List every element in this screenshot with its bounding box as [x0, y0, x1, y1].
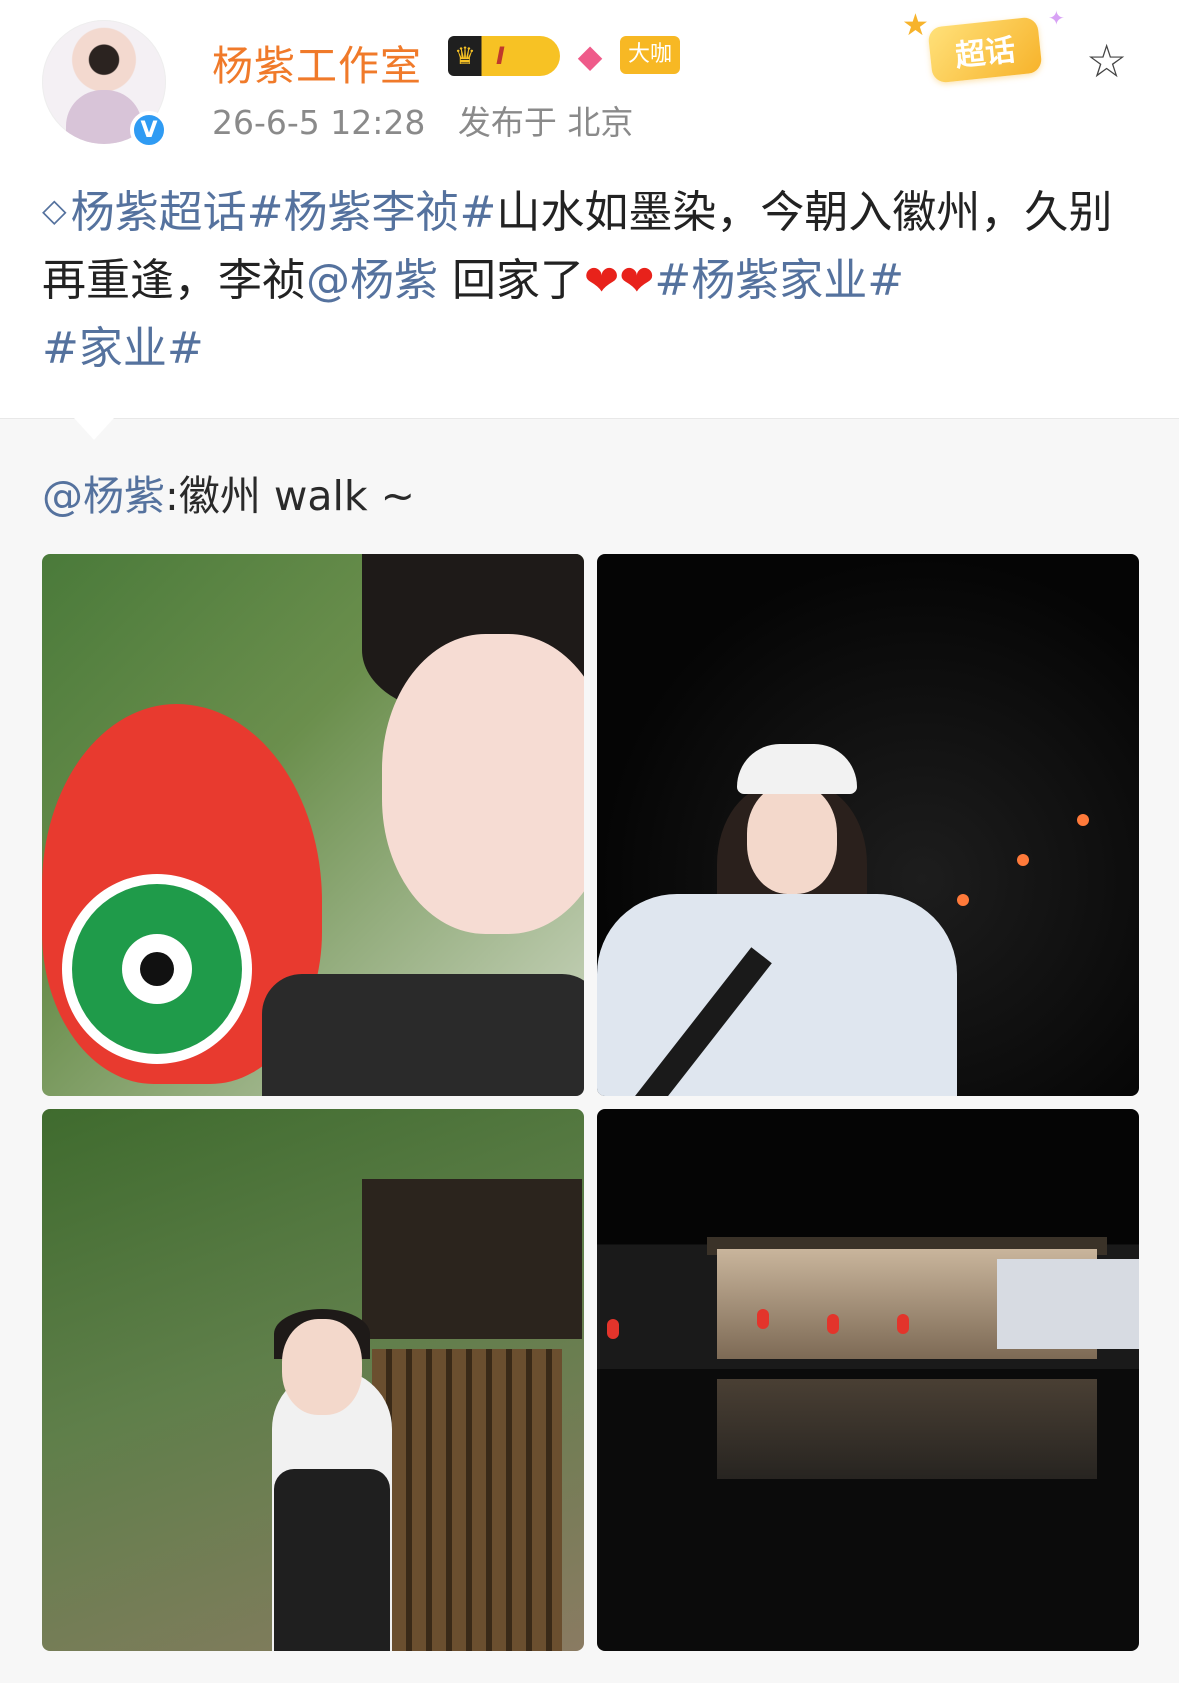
lantern	[827, 1314, 839, 1334]
topic-link-chaohua[interactable]: 杨紫超话	[71, 187, 247, 238]
post-timestamp: 26-6-5 12:28	[212, 103, 426, 142]
star-decoration-icon: ★	[902, 8, 929, 43]
chaohua-badge[interactable]: 超话	[927, 16, 1043, 84]
topic-link-yangzi-lizhen[interactable]: #杨紫李祯#	[247, 187, 497, 238]
topic-link-jiaye[interactable]: #家业#	[42, 323, 204, 374]
favorite-star-icon[interactable]: ☆	[1086, 38, 1127, 84]
lantern	[757, 1309, 769, 1329]
repost-mention-link[interactable]: @杨紫	[42, 472, 165, 520]
heart-emoji: ❤❤	[584, 256, 655, 305]
daka-badge[interactable]: 大咖	[620, 36, 681, 74]
white-building-shape	[997, 1259, 1139, 1349]
kite-pupil	[140, 952, 174, 986]
crown-icon: ♛	[454, 42, 476, 70]
username[interactable]: 杨紫工作室	[212, 32, 422, 92]
shirt-shape	[597, 894, 957, 1096]
face-shape	[282, 1319, 362, 1415]
dress-shape	[262, 974, 584, 1096]
post-body-text-2: 回家了	[438, 255, 584, 306]
post-header: V 杨紫工作室 ♛ I ◆ 大咖 ★ 超话 ✦ ☆ 26-6-5 12:28 发…	[0, 0, 1179, 419]
lantern	[607, 1319, 619, 1339]
water-reflection	[717, 1379, 1097, 1479]
bamboo-fence	[372, 1349, 562, 1651]
photo-4[interactable]	[597, 1109, 1139, 1651]
vest-shape	[274, 1469, 390, 1651]
night-light	[1077, 814, 1089, 826]
photo-2[interactable]	[597, 554, 1139, 1096]
night-light	[1017, 854, 1029, 866]
diamond-topic-icon: ◇	[42, 191, 67, 229]
night-light	[957, 894, 969, 906]
cap-shape	[737, 744, 857, 794]
mention-link[interactable]: @杨紫	[306, 255, 438, 306]
member-level-badge[interactable]: ♛ I	[448, 36, 560, 76]
post-text: ◇杨紫超话#杨紫李祯#山水如墨染，今朝入徽州，久别再重逢，李祯@杨紫 回家了❤❤…	[42, 176, 1132, 383]
post-location: 发布于 北京	[457, 103, 634, 142]
roof-shape	[362, 1179, 582, 1339]
sparkle-icon: ✦	[1048, 6, 1065, 30]
gem-icon[interactable]: ◆	[570, 36, 610, 76]
photo-1[interactable]	[42, 554, 584, 1096]
repost-text[interactable]: @杨紫:徽州 walk ~	[42, 462, 415, 522]
post-meta: 26-6-5 12:28 发布于 北京	[212, 96, 655, 144]
repost-pointer	[74, 418, 114, 440]
lantern	[897, 1314, 909, 1334]
verified-icon: V	[130, 111, 168, 149]
level-label: I	[496, 42, 505, 70]
face-shape	[382, 634, 584, 934]
photo-3[interactable]	[42, 1109, 584, 1651]
repost-body-text: :徽州 walk ~	[165, 472, 416, 520]
topic-link-yangzi-jiaye[interactable]: #杨紫家业#	[654, 255, 904, 306]
face-shape	[747, 784, 837, 894]
